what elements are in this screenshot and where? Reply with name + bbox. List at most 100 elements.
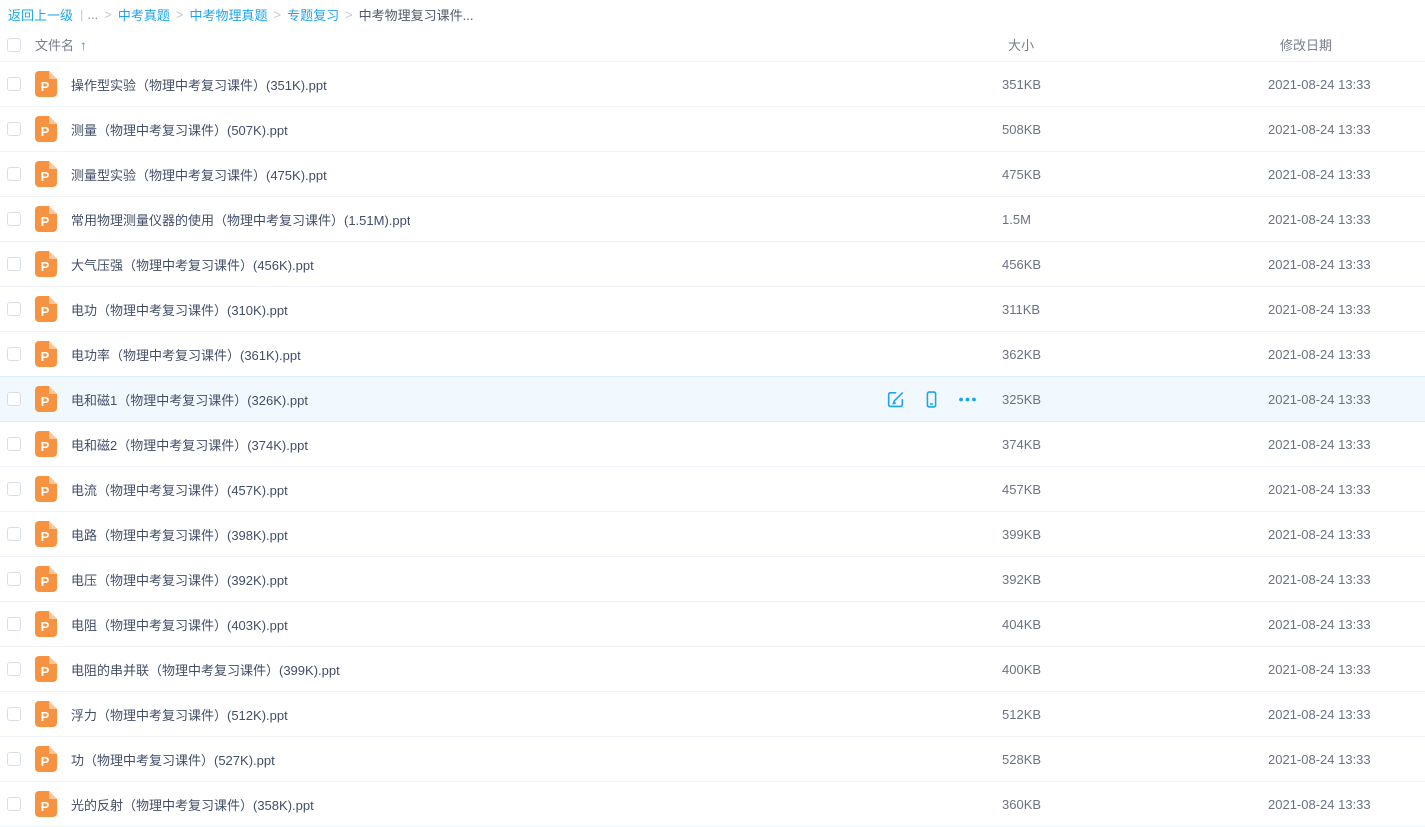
row-checkbox[interactable]: [7, 77, 21, 91]
file-name-link[interactable]: 大气压强（物理中考复习课件）(456K).ppt: [71, 255, 314, 274]
row-checkbox[interactable]: [7, 257, 21, 271]
file-name-link[interactable]: 电流（物理中考复习课件）(457K).ppt: [71, 480, 288, 499]
row-checkbox[interactable]: [7, 347, 21, 361]
file-name-link[interactable]: 常用物理测量仪器的使用（物理中考复习课件）(1.51M).ppt: [71, 210, 410, 229]
ppt-file-icon: P: [35, 71, 57, 97]
ppt-file-icon-letter: P: [35, 480, 55, 502]
column-header-size[interactable]: 大小: [1008, 35, 1034, 54]
row-checkbox[interactable]: [7, 212, 21, 226]
file-size: 508KB: [1002, 122, 1041, 137]
row-checkbox[interactable]: [7, 707, 21, 721]
ppt-file-icon-letter: P: [35, 570, 55, 592]
file-name-link[interactable]: 电和磁1（物理中考复习课件）(326K).ppt: [71, 390, 308, 409]
table-row[interactable]: P 测量型实验（物理中考复习课件）(475K).ppt: [0, 152, 1425, 197]
file-name-link[interactable]: 电功（物理中考复习课件）(310K).ppt: [71, 300, 288, 319]
table-row[interactable]: P 电阻的串并联（物理中考复习课件）(399K).ppt: [0, 647, 1425, 692]
file-size: 404KB: [1002, 617, 1041, 632]
breadcrumb-separator: >: [273, 7, 281, 22]
ppt-file-icon-letter: P: [35, 435, 55, 457]
ppt-file-icon: P: [35, 566, 57, 592]
row-checkbox[interactable]: [7, 572, 21, 586]
column-header-date[interactable]: 修改日期: [1280, 35, 1332, 54]
table-row[interactable]: P 电功（物理中考复习课件）(310K).ppt: [0, 287, 1425, 332]
send-to-phone-icon[interactable]: [922, 390, 941, 409]
file-name-link[interactable]: 测量（物理中考复习课件）(507K).ppt: [71, 120, 288, 139]
file-name-link[interactable]: 电和磁2（物理中考复习课件）(374K).ppt: [71, 435, 308, 454]
more-actions-icon[interactable]: [958, 390, 977, 409]
file-date: 2021-08-24 13:33: [1268, 437, 1371, 452]
file-size: 392KB: [1002, 572, 1041, 587]
file-date: 2021-08-24 13:33: [1268, 662, 1371, 677]
file-size: 374KB: [1002, 437, 1041, 452]
row-checkbox[interactable]: [7, 392, 21, 406]
select-all-checkbox[interactable]: [7, 38, 21, 52]
ppt-file-icon: P: [35, 476, 57, 502]
table-row[interactable]: P 电阻（物理中考复习课件）(403K).ppt: [0, 602, 1425, 647]
ppt-file-icon-letter: P: [35, 615, 55, 637]
file-list: P 操作型实验（物理中考复习课件）(351K).ppt: [0, 62, 1425, 827]
table-row[interactable]: P 电流（物理中考复习课件）(457K).ppt: [0, 467, 1425, 512]
file-name-link[interactable]: 电阻（物理中考复习课件）(403K).ppt: [71, 615, 288, 634]
row-checkbox[interactable]: [7, 167, 21, 181]
table-row[interactable]: P 操作型实验（物理中考复习课件）(351K).ppt: [0, 62, 1425, 107]
file-name-link[interactable]: 光的反射（物理中考复习课件）(358K).ppt: [71, 795, 314, 814]
file-size: 512KB: [1002, 707, 1041, 722]
row-checkbox[interactable]: [7, 482, 21, 496]
file-name-link[interactable]: 电压（物理中考复习课件）(392K).ppt: [71, 570, 288, 589]
table-row[interactable]: P 电压（物理中考复习课件）(392K).ppt: [0, 557, 1425, 602]
ppt-file-icon: P: [35, 791, 57, 817]
ppt-file-icon: P: [35, 161, 57, 187]
table-row[interactable]: P 电和磁2（物理中考复习课件）(374K).ppt: [0, 422, 1425, 467]
table-row[interactable]: P 电功率（物理中考复习课件）(361K).ppt: [0, 332, 1425, 377]
file-size: 475KB: [1002, 167, 1041, 182]
file-name-link[interactable]: 功（物理中考复习课件）(527K).ppt: [71, 750, 275, 769]
breadcrumb-link-zhongkao-zhenti[interactable]: 中考真题: [118, 5, 170, 24]
ppt-file-icon-letter: P: [35, 75, 55, 97]
ppt-file-icon-letter: P: [35, 120, 55, 142]
ppt-file-icon-letter: P: [35, 750, 55, 772]
breadcrumb-separator: >: [104, 7, 112, 22]
table-row[interactable]: P 光的反射（物理中考复习课件）(358K).ppt: [0, 782, 1425, 827]
file-name-link[interactable]: 操作型实验（物理中考复习课件）(351K).ppt: [71, 75, 327, 94]
row-checkbox[interactable]: [7, 437, 21, 451]
ppt-file-icon: P: [35, 656, 57, 682]
table-row[interactable]: P 电和磁1（物理中考复习课件）(326K).ppt: [0, 377, 1425, 422]
breadcrumb-link-wuli-zhenti[interactable]: 中考物理真题: [189, 5, 267, 24]
row-checkbox[interactable]: [7, 527, 21, 541]
table-row[interactable]: P 功（物理中考复习课件）(527K).ppt: [0, 737, 1425, 782]
rename-icon[interactable]: [886, 390, 905, 409]
file-name-link[interactable]: 浮力（物理中考复习课件）(512K).ppt: [71, 705, 288, 724]
row-checkbox[interactable]: [7, 617, 21, 631]
file-date: 2021-08-24 13:33: [1268, 302, 1371, 317]
row-checkbox[interactable]: [7, 302, 21, 316]
table-row[interactable]: P 电路（物理中考复习课件）(398K).ppt: [0, 512, 1425, 557]
breadcrumb-ellipsis[interactable]: ...: [87, 7, 98, 22]
file-name-link[interactable]: 电阻的串并联（物理中考复习课件）(399K).ppt: [71, 660, 340, 679]
ppt-file-icon: P: [35, 521, 57, 547]
file-name-link[interactable]: 测量型实验（物理中考复习课件）(475K).ppt: [71, 165, 327, 184]
table-row[interactable]: P 常用物理测量仪器的使用（物理中考复习课件）(1.51M).ppt: [0, 197, 1425, 242]
row-checkbox[interactable]: [7, 122, 21, 136]
ppt-file-icon-letter: P: [35, 705, 55, 727]
file-name-link[interactable]: 电路（物理中考复习课件）(398K).ppt: [71, 525, 288, 544]
row-checkbox[interactable]: [7, 797, 21, 811]
ppt-file-icon: P: [35, 206, 57, 232]
breadcrumb-back-link[interactable]: 返回上一级: [8, 5, 73, 24]
breadcrumb-link-zhuanti-fuxi[interactable]: 专题复习: [287, 5, 339, 24]
table-header: 文件名 ↑ 大小 修改日期: [0, 28, 1425, 62]
row-checkbox[interactable]: [7, 752, 21, 766]
file-size: 360KB: [1002, 797, 1041, 812]
file-size: 325KB: [1002, 392, 1041, 407]
table-row[interactable]: P 大气压强（物理中考复习课件）(456K).ppt: [0, 242, 1425, 287]
file-date: 2021-08-24 13:33: [1268, 617, 1371, 632]
file-size: 311KB: [1002, 302, 1040, 317]
row-checkbox[interactable]: [7, 662, 21, 676]
ppt-file-icon: P: [35, 611, 57, 637]
sort-ascending-icon[interactable]: ↑: [80, 37, 87, 53]
column-header-filename[interactable]: 文件名 ↑: [35, 35, 87, 54]
row-hover-actions: [886, 390, 977, 409]
table-row[interactable]: P 测量（物理中考复习课件）(507K).ppt: [0, 107, 1425, 152]
file-name-link[interactable]: 电功率（物理中考复习课件）(361K).ppt: [71, 345, 301, 364]
breadcrumb-separator: >: [176, 7, 184, 22]
table-row[interactable]: P 浮力（物理中考复习课件）(512K).ppt: [0, 692, 1425, 737]
